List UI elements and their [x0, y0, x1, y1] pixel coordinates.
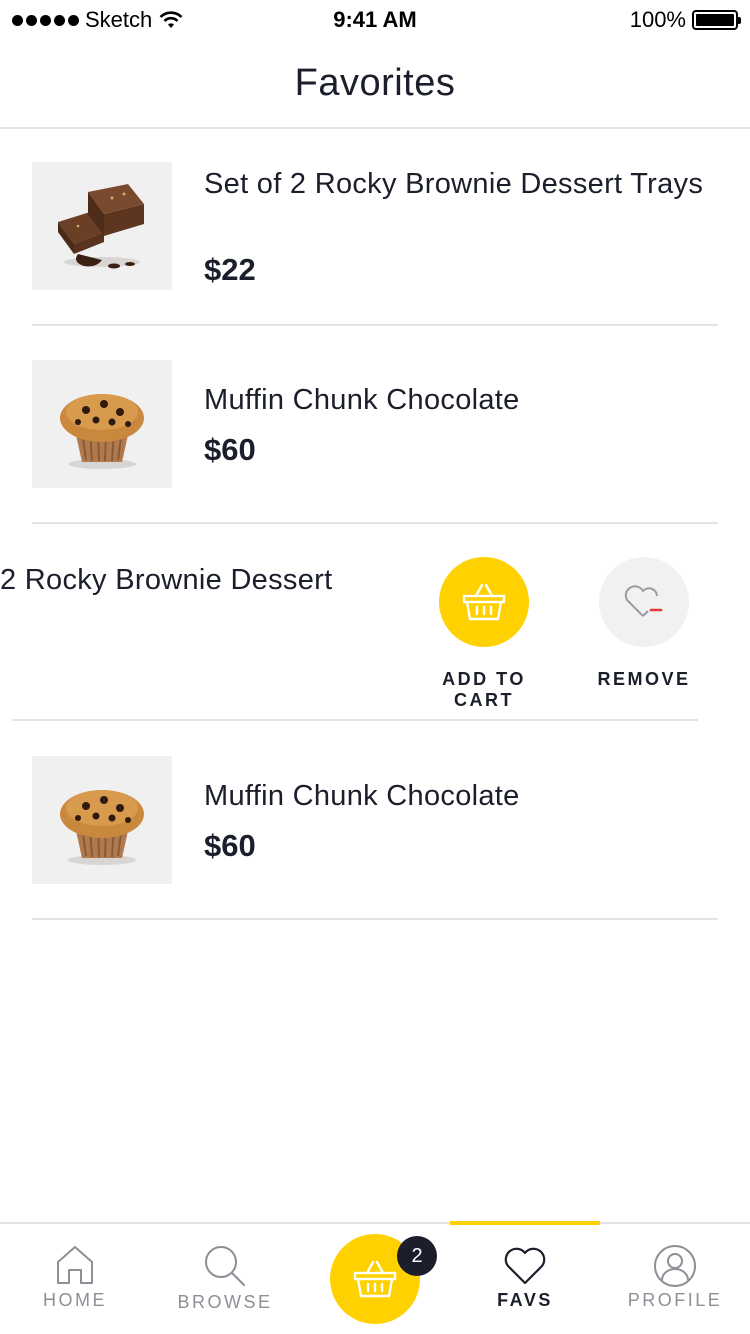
item-name: Muffin Chunk Chocolate [204, 384, 520, 416]
item-price: $60 [204, 432, 256, 467]
signal-icon [12, 14, 79, 26]
brownie-image [32, 162, 172, 290]
remove-label: REMOVE [597, 669, 691, 689]
tab-favs[interactable]: FAVS [450, 1224, 600, 1334]
basket-icon [353, 1260, 397, 1298]
divider [12, 719, 698, 721]
heart-icon [504, 1247, 546, 1285]
item-price: $22 [204, 252, 256, 287]
item-name: 2 Rocky Brownie Dessert [0, 564, 333, 596]
wifi-icon [159, 11, 183, 28]
battery-percent: 100% [629, 7, 686, 32]
tab-browse-label: BROWSE [177, 1292, 273, 1312]
profile-icon [654, 1245, 696, 1287]
tab-profile-label: PROFILE [627, 1290, 723, 1310]
add-to-cart-label: ADD TO CART [442, 669, 526, 710]
list-item[interactable]: Set of 2 Rocky Brownie Dessert Trays $22 [32, 130, 718, 326]
remove-button[interactable]: REMOVE [569, 557, 719, 690]
item-price: $60 [204, 828, 256, 863]
item-name: Muffin Chunk Chocolate [204, 780, 520, 812]
list-item[interactable]: Muffin Chunk Chocolate $60 [32, 722, 718, 920]
tab-home[interactable]: HOME [0, 1224, 150, 1334]
muffin-image [32, 756, 172, 884]
navigation-bar: Favorites [0, 40, 750, 129]
tab-home-label: HOME [43, 1290, 107, 1310]
muffin-image [32, 360, 172, 488]
item-name: Set of 2 Rocky Brownie Dessert Trays [204, 168, 704, 200]
status-bar: Sketch 9:41 AM 100% [0, 0, 750, 40]
status-left: Sketch [12, 7, 184, 33]
add-to-cart-button[interactable]: ADD TO CART [409, 557, 559, 711]
basket-icon [439, 557, 529, 647]
tab-bar: HOME BROWSE 2 FAVS PROFILE [0, 1221, 750, 1334]
list-item[interactable]: Muffin Chunk Chocolate $60 [32, 326, 718, 524]
home-icon [57, 1246, 93, 1284]
battery-icon [692, 10, 741, 30]
status-right: 100% [629, 7, 741, 33]
cart-badge: 2 [397, 1236, 437, 1276]
page-title: Favorites [294, 62, 456, 104]
search-icon [205, 1246, 245, 1286]
heart-remove-icon [599, 557, 689, 647]
carrier-name: Sketch [85, 7, 153, 32]
tab-favs-label: FAVS [497, 1290, 553, 1310]
tab-profile[interactable]: PROFILE [600, 1224, 750, 1334]
tab-browse[interactable]: BROWSE [150, 1224, 300, 1334]
swiped-list-item[interactable]: 2 Rocky Brownie Dessert ADD TO CART REMO… [0, 522, 750, 722]
